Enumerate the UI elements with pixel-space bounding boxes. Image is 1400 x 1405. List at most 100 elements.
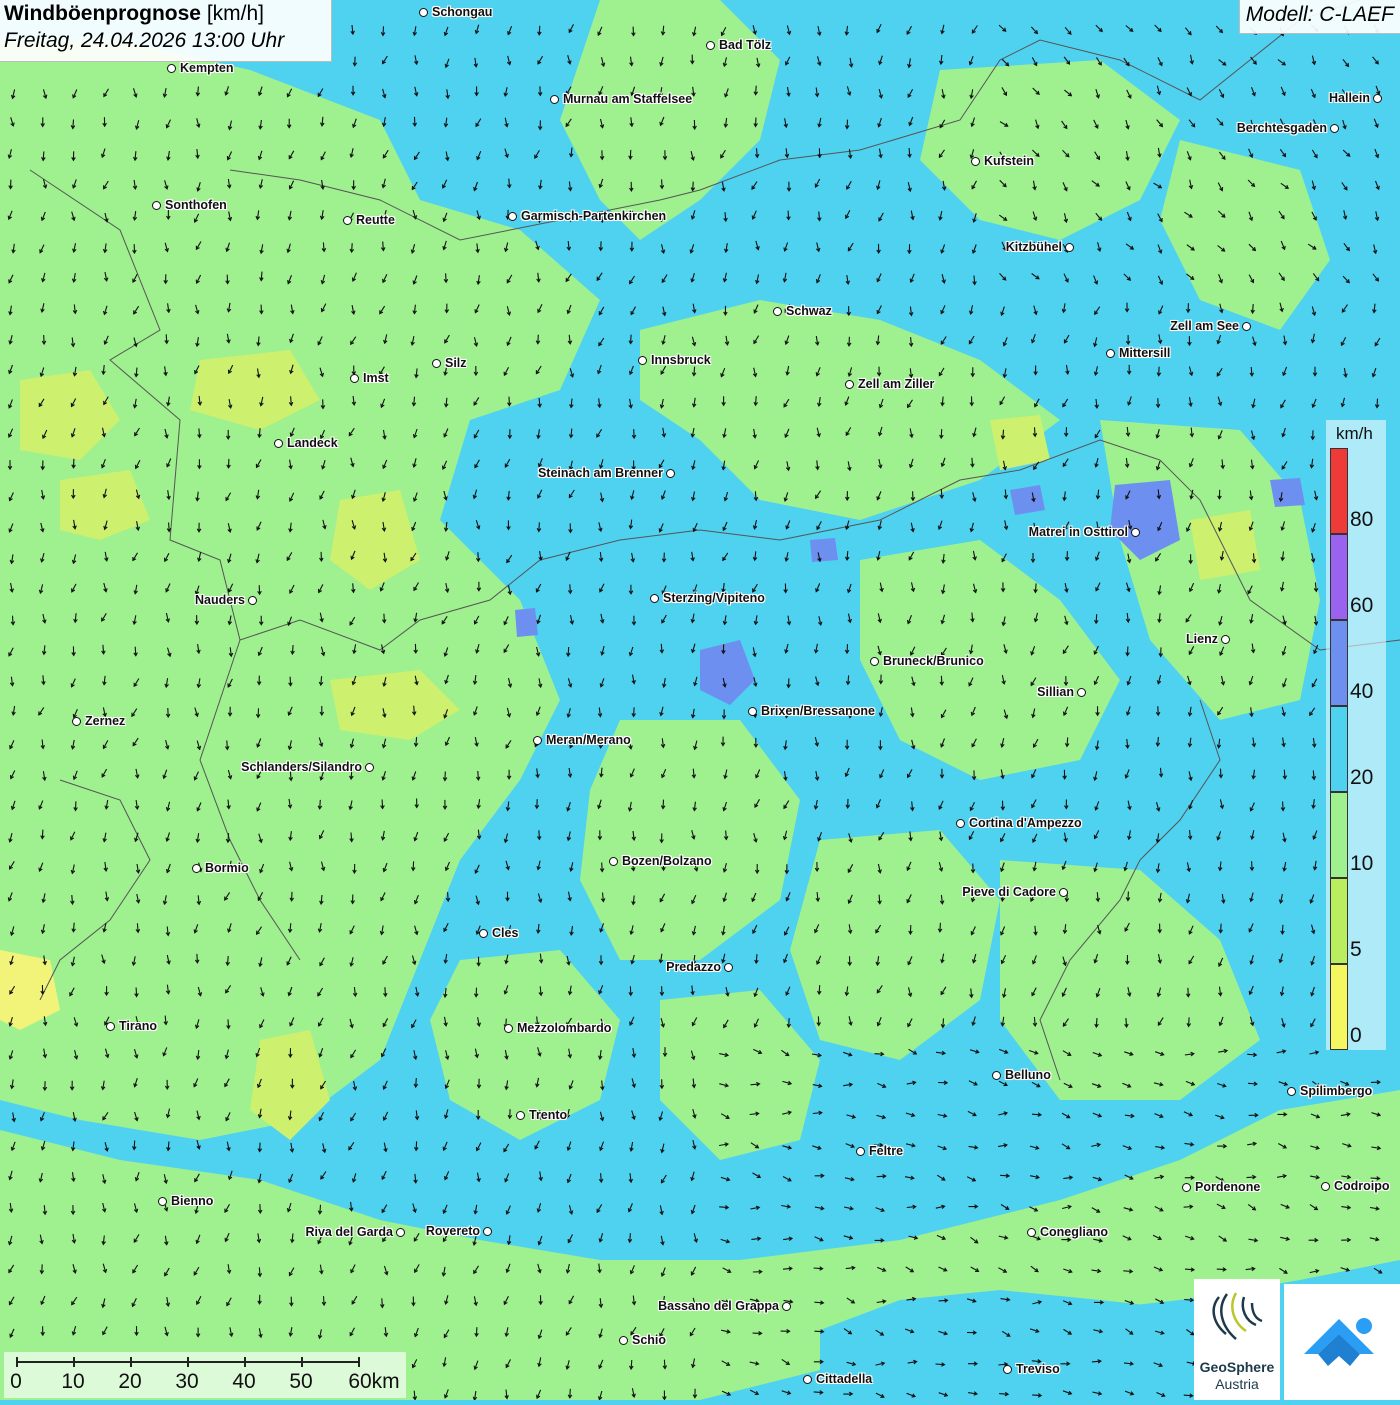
geosphere-logo[interactable]: GeoSphere Austria — [1194, 1279, 1280, 1400]
legend-color-band — [1330, 706, 1348, 792]
city-label[interactable]: Feltre — [869, 1144, 903, 1158]
city-label[interactable]: Cles — [492, 926, 518, 940]
city-marker — [1065, 243, 1074, 252]
city-label[interactable]: Trento — [529, 1108, 567, 1122]
city-label[interactable]: Mittersill — [1119, 346, 1170, 360]
city-label[interactable]: Kitzbühel — [1006, 240, 1062, 254]
city-marker — [870, 657, 879, 666]
city-marker — [1242, 322, 1251, 331]
city-label[interactable]: Brixen/Bressanone — [761, 704, 875, 718]
city-label[interactable]: Belluno — [1005, 1068, 1051, 1082]
city-marker — [1077, 688, 1086, 697]
city-label[interactable]: Bad Tölz — [719, 38, 771, 52]
city-label[interactable]: Reutte — [356, 213, 395, 227]
scale-label: 10 — [61, 1370, 85, 1393]
city-marker — [971, 157, 980, 166]
city-label[interactable]: Cortina d'Ampezzo — [969, 816, 1082, 830]
city-label[interactable]: Pieve di Cadore — [962, 885, 1056, 899]
city-label[interactable]: Bozen/Bolzano — [622, 854, 712, 868]
legend-color-band — [1330, 792, 1348, 878]
city-marker — [803, 1375, 812, 1384]
geosphere-emblem-icon — [1212, 1292, 1263, 1340]
city-label[interactable]: Lienz — [1186, 632, 1218, 646]
city-label[interactable]: Hallein — [1329, 91, 1370, 105]
city-label[interactable]: Schlanders/Silandro — [241, 760, 362, 774]
city-label[interactable]: Bassano del Grappa — [658, 1299, 779, 1313]
geosphere-country: Austria — [1215, 1376, 1259, 1392]
legend-color-band — [1330, 620, 1348, 706]
city-label[interactable]: Kufstein — [984, 154, 1034, 168]
scale-bar: 0 10 20 30 40 50 60km — [4, 1352, 406, 1398]
city-marker — [1321, 1182, 1330, 1191]
city-label[interactable]: Zell am See — [1170, 319, 1239, 333]
city-label[interactable]: Schongau — [432, 5, 492, 19]
city-label[interactable]: Imst — [363, 371, 389, 385]
city-label[interactable]: Bormio — [205, 861, 249, 875]
city-label[interactable]: Predazzo — [666, 960, 721, 974]
city-label[interactable]: Schio — [632, 1333, 666, 1347]
wetter-app-logo[interactable] — [1284, 1284, 1400, 1400]
city-label[interactable]: Pordenone — [1195, 1180, 1260, 1194]
city-label[interactable]: Bruneck/Brunico — [883, 654, 984, 668]
city-label[interactable]: Rovereto — [426, 1224, 480, 1238]
map-title: Windböenprognose [km/h] — [4, 2, 264, 25]
city-label[interactable]: Murnau am Staffelsee — [563, 92, 692, 106]
city-label[interactable]: Innsbruck — [651, 353, 711, 367]
scale-label: 0 — [10, 1370, 22, 1393]
city-label[interactable]: Sonthofen — [165, 198, 227, 212]
city-marker — [248, 596, 257, 605]
scale-label: 40 — [232, 1370, 256, 1393]
city-label[interactable]: Spilimbergo — [1300, 1084, 1372, 1098]
city-marker — [1330, 124, 1339, 133]
city-label[interactable]: Steinach am Brenner — [538, 466, 663, 480]
city-label[interactable]: Mezzolombardo — [517, 1021, 611, 1035]
city-marker — [504, 1024, 513, 1033]
scale-tick — [187, 1357, 189, 1367]
city-label[interactable]: Tirano — [119, 1019, 157, 1033]
city-label[interactable]: Matrei in Osttirol — [1029, 525, 1128, 539]
legend-unit: km/h — [1336, 424, 1373, 443]
legend-color-band — [1330, 964, 1348, 1050]
city-marker — [274, 439, 283, 448]
city-label[interactable]: Zell am Ziller — [858, 377, 934, 391]
title-panel: Windböenprognose [km/h] Freitag, 24.04.2… — [0, 0, 332, 62]
city-marker — [533, 736, 542, 745]
city-marker — [724, 963, 733, 972]
city-label[interactable]: Conegliano — [1040, 1225, 1108, 1239]
city-label[interactable]: Zernez — [85, 714, 125, 728]
city-marker — [706, 41, 715, 50]
scale-tick — [16, 1357, 18, 1367]
city-label[interactable]: Bienno — [171, 1194, 213, 1208]
city-label[interactable]: Cittadella — [816, 1372, 872, 1386]
app-emblem-icon — [1304, 1318, 1374, 1366]
city-label[interactable]: Berchtesgaden — [1237, 121, 1327, 135]
city-label[interactable]: Kempten — [180, 61, 233, 75]
scale-label: 50 — [289, 1370, 313, 1393]
scale-tick — [301, 1357, 303, 1367]
city-marker — [748, 707, 757, 716]
legend-tick-label: 10 — [1350, 852, 1374, 875]
scale-tick — [73, 1357, 75, 1367]
city-label[interactable]: Sillian — [1037, 685, 1074, 699]
city-marker — [1131, 528, 1140, 537]
city-label[interactable]: Riva del Garda — [305, 1225, 393, 1239]
legend-tick-label: 40 — [1350, 680, 1374, 703]
city-marker — [666, 469, 675, 478]
city-label[interactable]: Garmisch-Partenkirchen — [521, 209, 666, 223]
city-label[interactable]: Sterzing/Vipiteno — [663, 591, 765, 605]
city-marker — [856, 1147, 865, 1156]
city-label[interactable]: Meran/Merano — [546, 733, 631, 747]
city-label[interactable]: Silz — [445, 356, 467, 370]
city-label[interactable]: Treviso — [1016, 1362, 1060, 1376]
city-marker — [956, 819, 965, 828]
city-label[interactable]: Nauders — [195, 593, 245, 607]
city-label[interactable]: Landeck — [287, 436, 338, 450]
scale-label: 30 — [175, 1370, 199, 1393]
city-label[interactable]: Schwaz — [786, 304, 832, 318]
city-marker — [1221, 635, 1230, 644]
color-legend: km/h 0 5 10 20 40 60 80 — [1326, 420, 1386, 1050]
city-marker — [483, 1227, 492, 1236]
city-marker — [158, 1197, 167, 1206]
legend-tick-label: 5 — [1350, 938, 1362, 961]
city-label[interactable]: Codroipo — [1334, 1179, 1390, 1193]
